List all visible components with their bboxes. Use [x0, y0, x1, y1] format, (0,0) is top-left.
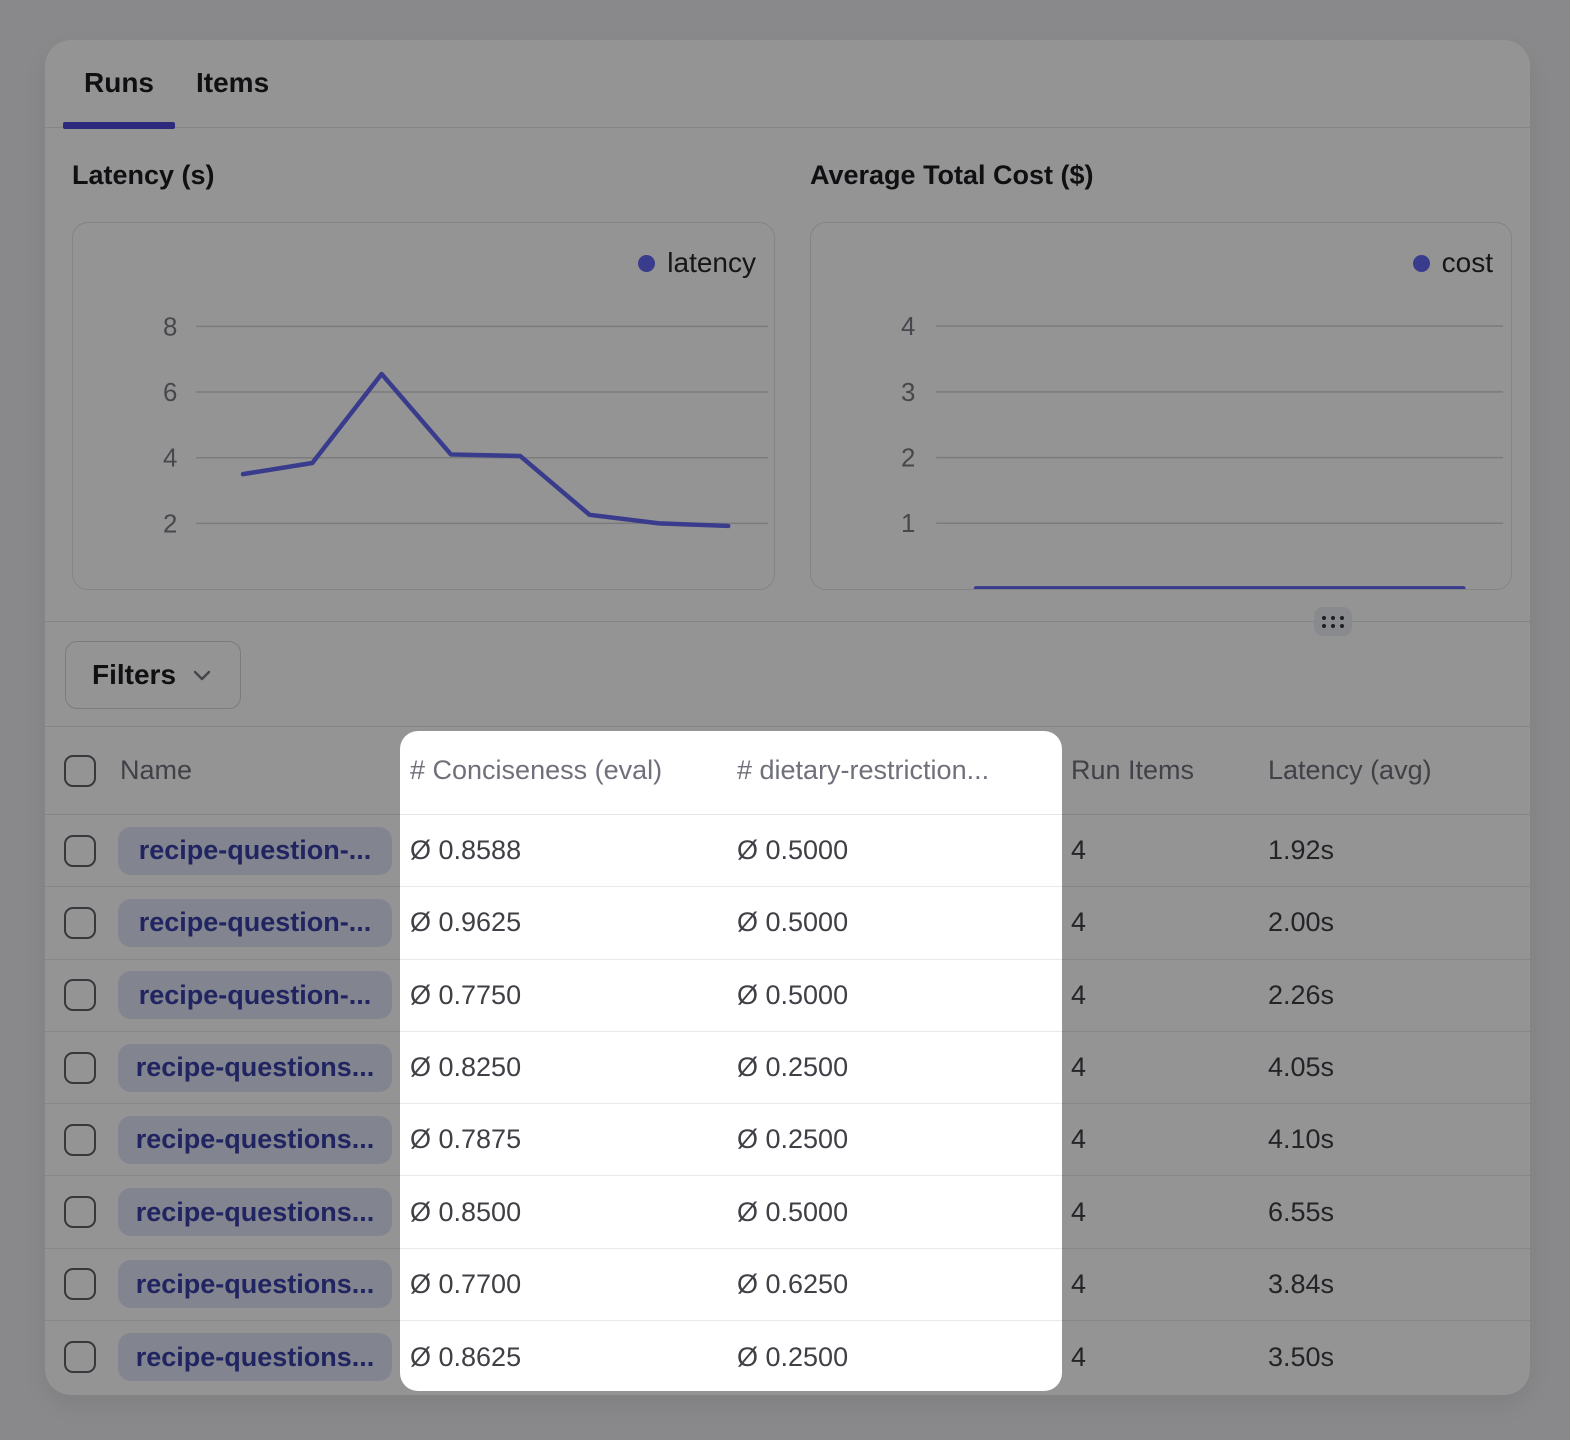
latency-value: 2.00s [1268, 887, 1334, 958]
section-divider [45, 621, 1530, 622]
row-checkbox[interactable] [64, 1052, 96, 1084]
table-row: recipe-question-... Ø 0.9625 Ø 0.5000 4 … [45, 887, 1530, 959]
run-items-value: 4 [1071, 887, 1086, 958]
latency-chart-title: Latency (s) [72, 160, 215, 191]
filters-button-label: Filters [92, 659, 176, 691]
conciseness-value: Ø 0.7700 [410, 1249, 521, 1320]
table-header-row: Name # Conciseness (eval) # dietary-rest… [45, 726, 1530, 815]
run-name-link[interactable]: recipe-questions... [118, 1260, 392, 1308]
row-checkbox[interactable] [64, 979, 96, 1011]
latency-chart-panel: 8 6 4 2 latency [72, 222, 775, 590]
conciseness-value: Ø 0.8588 [410, 815, 521, 886]
svg-text:4: 4 [901, 313, 915, 341]
run-items-value: 4 [1071, 815, 1086, 886]
latency-chart-legend: latency [638, 247, 756, 279]
run-items-value: 4 [1071, 1321, 1086, 1393]
table-row: recipe-question-... Ø 0.8588 Ø 0.5000 4 … [45, 815, 1530, 887]
svg-text:3: 3 [901, 379, 915, 407]
column-header-latency: Latency (avg) [1268, 727, 1432, 814]
svg-text:2: 2 [163, 510, 177, 538]
table-row: recipe-questions... Ø 0.7700 Ø 0.6250 4 … [45, 1249, 1530, 1321]
run-name-link[interactable]: recipe-questions... [118, 1333, 392, 1381]
runs-table: Name # Conciseness (eval) # dietary-rest… [45, 726, 1530, 1395]
filters-button[interactable]: Filters [65, 641, 241, 709]
row-checkbox[interactable] [64, 835, 96, 867]
column-header-conciseness: # Conciseness (eval) [410, 727, 662, 814]
table-row: recipe-questions... Ø 0.7875 Ø 0.2500 4 … [45, 1104, 1530, 1176]
svg-text:4: 4 [163, 445, 177, 473]
tab-runs-label: Runs [84, 67, 154, 99]
latency-value: 3.84s [1268, 1249, 1334, 1320]
tab-items[interactable]: Items [175, 39, 290, 127]
column-header-dietary: # dietary-restriction... [737, 727, 989, 814]
latency-value: 6.55s [1268, 1176, 1334, 1247]
resize-handle[interactable] [1314, 607, 1352, 636]
dietary-value: Ø 0.2500 [737, 1104, 848, 1175]
latency-legend-dot-icon [638, 255, 655, 272]
grip-dots-icon [1322, 616, 1344, 628]
cost-line-chart: 4 3 2 1 [811, 223, 1511, 589]
conciseness-value: Ø 0.8500 [410, 1176, 521, 1247]
conciseness-value: Ø 0.9625 [410, 887, 521, 958]
conciseness-value: Ø 0.8250 [410, 1032, 521, 1103]
row-checkbox[interactable] [64, 1268, 96, 1300]
cost-chart-legend: cost [1413, 247, 1493, 279]
tab-items-label: Items [196, 67, 269, 99]
run-items-value: 4 [1071, 1104, 1086, 1175]
table-row: recipe-question-... Ø 0.7750 Ø 0.5000 4 … [45, 960, 1530, 1032]
cost-chart-panel: 4 3 2 1 cost [810, 222, 1512, 590]
run-items-value: 4 [1071, 1032, 1086, 1103]
latency-value: 4.05s [1268, 1032, 1334, 1103]
conciseness-value: Ø 0.7750 [410, 960, 521, 1031]
latency-value: 2.26s [1268, 960, 1334, 1031]
latency-value: 3.50s [1268, 1321, 1334, 1393]
table-row: recipe-questions... Ø 0.8250 Ø 0.2500 4 … [45, 1032, 1530, 1104]
svg-text:2: 2 [901, 445, 915, 473]
conciseness-value: Ø 0.8625 [410, 1321, 521, 1393]
cost-legend-label: cost [1442, 247, 1493, 279]
dietary-value: Ø 0.5000 [737, 887, 848, 958]
dietary-value: Ø 0.2500 [737, 1032, 848, 1103]
tab-runs[interactable]: Runs [63, 39, 175, 127]
run-name-link[interactable]: recipe-question-... [118, 899, 392, 947]
latency-value: 4.10s [1268, 1104, 1334, 1175]
run-name-link[interactable]: recipe-question-... [118, 971, 392, 1019]
run-name-link[interactable]: recipe-question-... [118, 827, 392, 875]
row-checkbox[interactable] [64, 1124, 96, 1156]
dietary-value: Ø 0.6250 [737, 1249, 848, 1320]
latency-value: 1.92s [1268, 815, 1334, 886]
row-checkbox[interactable] [64, 1196, 96, 1228]
dietary-value: Ø 0.2500 [737, 1321, 848, 1393]
dietary-value: Ø 0.5000 [737, 960, 848, 1031]
column-header-run-items: Run Items [1071, 727, 1194, 814]
svg-text:8: 8 [163, 313, 177, 341]
column-header-name: Name [120, 727, 192, 814]
run-items-value: 4 [1071, 1176, 1086, 1247]
runs-dashboard-card: Runs Items Latency (s) Average Total Cos… [45, 40, 1530, 1395]
run-name-link[interactable]: recipe-questions... [118, 1188, 392, 1236]
select-all-checkbox[interactable] [64, 755, 96, 787]
cost-legend-dot-icon [1413, 255, 1430, 272]
svg-text:1: 1 [901, 510, 915, 538]
row-checkbox[interactable] [64, 907, 96, 939]
run-name-link[interactable]: recipe-questions... [118, 1044, 392, 1092]
dietary-value: Ø 0.5000 [737, 815, 848, 886]
svg-text:6: 6 [163, 379, 177, 407]
conciseness-value: Ø 0.7875 [410, 1104, 521, 1175]
table-body: recipe-question-... Ø 0.8588 Ø 0.5000 4 … [45, 815, 1530, 1393]
dietary-value: Ø 0.5000 [737, 1176, 848, 1247]
table-row: recipe-questions... Ø 0.8500 Ø 0.5000 4 … [45, 1176, 1530, 1248]
cost-chart-title: Average Total Cost ($) [810, 160, 1094, 191]
run-items-value: 4 [1071, 960, 1086, 1031]
row-checkbox[interactable] [64, 1341, 96, 1373]
run-items-value: 4 [1071, 1249, 1086, 1320]
table-row: recipe-questions... Ø 0.8625 Ø 0.2500 4 … [45, 1321, 1530, 1393]
tabbar: Runs Items [45, 40, 1530, 128]
run-name-link[interactable]: recipe-questions... [118, 1116, 392, 1164]
latency-legend-label: latency [667, 247, 756, 279]
chevron-down-icon [190, 663, 214, 687]
